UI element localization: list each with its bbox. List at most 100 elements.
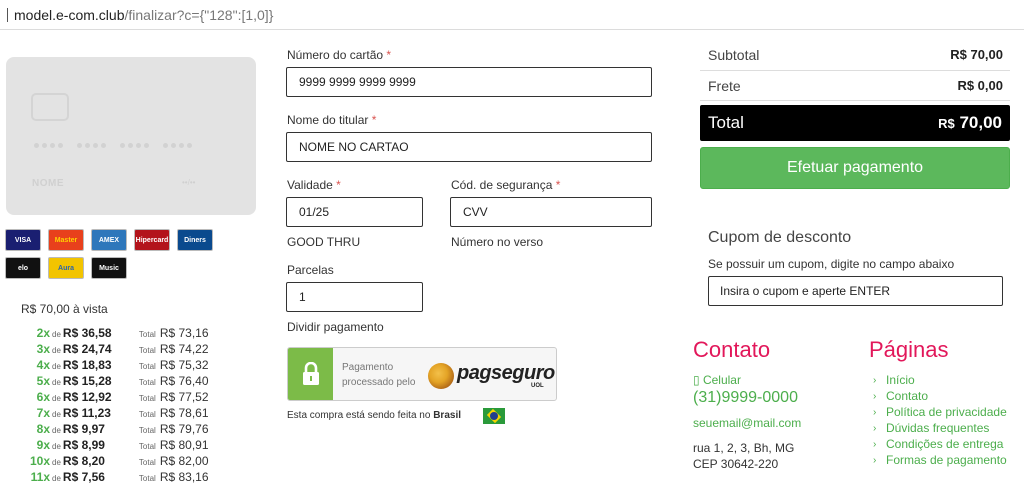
country-note: Esta compra está sendo feita no Brasil: [287, 410, 461, 421]
brand-hipercard-icon: Hipercard: [134, 229, 170, 251]
cupom-description: Se possuir um cupom, digite no campo aba…: [708, 257, 955, 271]
installment-count: 5x: [36, 374, 50, 388]
pagseguro-badge: Pagamento processado pelo pagseguro UOL: [287, 347, 557, 401]
installment-total-label: Total: [138, 442, 156, 451]
address-bar[interactable]: model.e-com.club/finalizar?c={"128":[1,0…: [0, 0, 1024, 30]
page-link-label: Formas de pagamento: [886, 453, 1007, 467]
cupom-input[interactable]: Insira o cupom e aperte ENTER: [708, 276, 1003, 306]
installment-count: 11x: [30, 470, 50, 484]
installment-total-label: Total: [138, 426, 156, 435]
installment-total: R$ 79,76: [159, 422, 209, 436]
card-number-input[interactable]: 9999 9999 9999 9999: [286, 67, 652, 97]
page-link[interactable]: › Condições de entrega: [873, 436, 1007, 452]
installment-count: 6x: [36, 390, 50, 404]
url-text[interactable]: model.e-com.club/finalizar?c={"128":[1,0…: [14, 7, 273, 23]
page-link-label: Condições de entrega: [886, 437, 1004, 451]
installment-value: R$ 8,99: [62, 438, 105, 452]
parcelas-input[interactable]: 1: [286, 282, 423, 312]
installment-row: 10x de R$ 8,20 Total R$ 82,00: [20, 454, 250, 470]
cvv-input[interactable]: CVV: [450, 197, 652, 227]
installment-de: de: [52, 362, 61, 371]
installment-value: R$ 15,28: [62, 374, 112, 388]
parcelas-label: Parcelas: [287, 263, 334, 277]
page-link-label: Dúvidas frequentes: [886, 421, 990, 435]
installment-de: de: [52, 394, 61, 403]
cupom-title: Cupom de desconto: [708, 229, 852, 246]
frete-label: Frete: [708, 78, 741, 94]
installment-row: 7x de R$ 11,23 Total R$ 78,61: [20, 406, 250, 422]
installment-row: 5x de R$ 15,28 Total R$ 76,40: [20, 374, 250, 390]
installment-row: 8x de R$ 9,97 Total R$ 79,76: [20, 422, 250, 438]
card-number-dots: [34, 143, 192, 148]
chevron-right-icon: ›: [873, 422, 877, 434]
installment-de: de: [52, 458, 61, 467]
validity-input[interactable]: 01/25: [286, 197, 423, 227]
validity-label: Validade *: [287, 178, 341, 192]
chevron-right-icon: ›: [873, 390, 877, 402]
card-number-label: Número do cartão *: [287, 48, 392, 62]
validity-hint: GOOD THRU: [287, 235, 361, 249]
brand-aura-icon: Aura: [48, 257, 84, 279]
page-link[interactable]: › Contato: [873, 388, 1007, 404]
installment-value: R$ 24,74: [62, 342, 112, 356]
installment-value: R$ 12,92: [62, 390, 112, 404]
installment-count: 7x: [36, 406, 50, 420]
installment-list: 2x de R$ 36,58 Total R$ 73,16 3x de R$ 24,74 Tot…: [20, 326, 250, 486]
brand-diners-icon: Diners: [177, 229, 213, 251]
page-link[interactable]: › Início: [873, 372, 1007, 388]
cvv-hint: Número no verso: [451, 235, 544, 249]
installment-total: R$ 82,00: [159, 454, 209, 468]
subtotal-value: R$ 70,00: [950, 47, 1003, 62]
installment-de: de: [52, 442, 61, 451]
pagseguro-ball-icon: [428, 363, 454, 389]
installment-value: R$ 11,23: [62, 406, 111, 420]
page-link[interactable]: › Formas de pagamento: [873, 452, 1007, 468]
page-link-label: Política de privacidade: [886, 405, 1007, 419]
card-expiry-placeholder: ••/••: [182, 178, 196, 187]
installment-row: 3x de R$ 24,74 Total R$ 74,22: [20, 342, 250, 358]
pagseguro-uol: UOL: [531, 383, 544, 389]
installment-total-label: Total: [138, 474, 156, 483]
page-link[interactable]: › Dúvidas frequentes: [873, 420, 1007, 436]
installment-count: 9x: [36, 438, 50, 452]
installment-row: 4x de R$ 18,83 Total R$ 75,32: [20, 358, 250, 374]
divider: [700, 100, 1010, 101]
pages-list: › Início › Contato › Política de privacidade ›…: [873, 372, 1007, 468]
card-name-placeholder: NOME: [32, 178, 64, 189]
installment-total-label: Total: [138, 346, 156, 355]
page-link-label: Contato: [886, 389, 929, 403]
installment-count: 3x: [36, 342, 50, 356]
holder-name-input[interactable]: NOME NO CARTAO: [286, 132, 652, 162]
installment-total-label: Total: [138, 330, 156, 339]
chevron-right-icon: ›: [873, 438, 877, 450]
installment-count: 8x: [36, 422, 50, 436]
page-link[interactable]: › Política de privacidade: [873, 404, 1007, 420]
installment-row: 11x de R$ 7,56 Total R$ 83,16: [20, 470, 250, 486]
lock-icon: [288, 348, 333, 400]
total-bar: Total R$ 70,00: [700, 105, 1010, 141]
installment-total-label: Total: [138, 410, 156, 419]
installment-total: R$ 83,16: [159, 470, 209, 484]
installment-total: R$ 76,40: [159, 374, 209, 388]
page-link-label: Início: [886, 373, 915, 387]
phone-icon: ▯: [693, 373, 700, 387]
installment-count: 2x: [36, 326, 50, 340]
installment-de: de: [52, 346, 61, 355]
installment-total-label: Total: [138, 458, 156, 467]
installment-value: R$ 9,97: [62, 422, 105, 436]
email-link[interactable]: seuemail@mail.com: [693, 416, 801, 430]
installment-de: de: [52, 426, 61, 435]
installment-value: R$ 7,56: [62, 470, 105, 484]
text-caret: [7, 8, 8, 22]
installment-total-label: Total: [138, 394, 156, 403]
installment-count: 10x: [29, 454, 50, 468]
holder-name-label: Nome do titular *: [287, 113, 377, 127]
total-label: Total: [708, 113, 744, 132]
installment-de: de: [52, 330, 61, 339]
address-line-1: rua 1, 2, 3, Bh, MG: [693, 441, 795, 455]
phone-link[interactable]: (31)9999-0000: [693, 389, 798, 407]
efetuar-pagamento-button[interactable]: Efetuar pagamento: [700, 147, 1010, 189]
installment-value: R$ 36,58: [62, 326, 112, 340]
url-path: /finalizar?c={"128":[1,0]}: [124, 7, 274, 23]
installment-row: 2x de R$ 36,58 Total R$ 73,16: [20, 326, 250, 342]
